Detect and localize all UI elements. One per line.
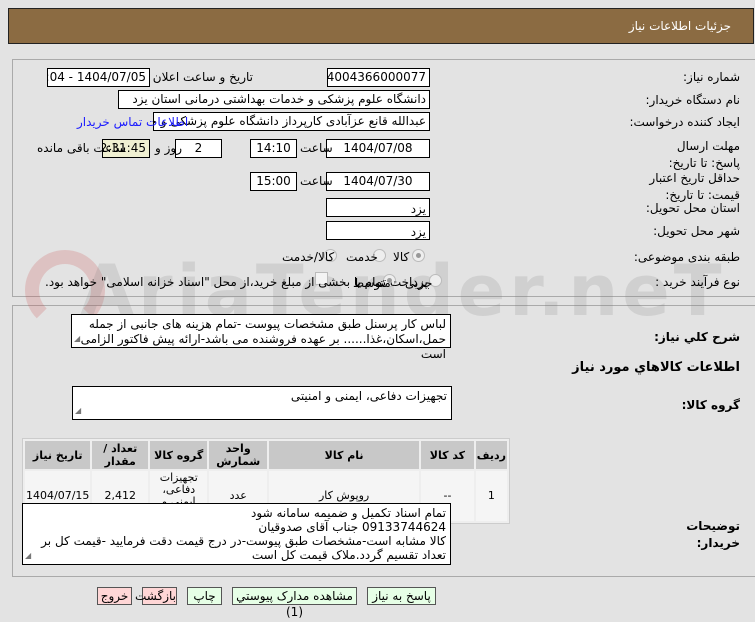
creator-label: ایجاد کننده درخواست: xyxy=(629,115,740,129)
buyer-label: نام دستگاه خریدار: xyxy=(645,93,741,107)
page-header: جزئیات اطلاعات نیاز xyxy=(8,8,754,44)
reply-button[interactable]: پاسخ به نیاز xyxy=(367,587,436,605)
validity-date-field[interactable]: 1404/07/30 xyxy=(326,172,430,191)
validity-label: حداقل تاریخ اعتبار قیمت: تا تاریخ: xyxy=(649,171,740,202)
table-header-row: ردیف کد کالا نام کالا واحد شمارش گروه کا… xyxy=(25,441,507,469)
need-number-field[interactable]: 1104004366000077 xyxy=(327,68,430,87)
category-option-goods: کالا xyxy=(393,250,410,264)
buyer-field[interactable]: دانشگاه علوم پزشکی و خدمات بهداشتی درمان… xyxy=(118,90,430,109)
resize-grip-icon[interactable]: ◢ xyxy=(75,403,81,418)
buyer-contact-link[interactable]: اطلاعات تماس خریدار xyxy=(77,115,188,129)
notes-line: کالا مشابه است-مشخصات طبق پیوست-در درج ق… xyxy=(41,534,446,562)
deadline-time-field[interactable]: 14:10 xyxy=(250,139,297,158)
goods-group-text: تجهیزات دفاعی، ایمنی و امنیتی xyxy=(290,389,447,403)
category-option-service: خدمت xyxy=(346,250,378,264)
announce-field[interactable]: 1404/07/05 - 14:04 xyxy=(47,68,150,87)
col-row-number: ردیف xyxy=(475,441,507,469)
resize-grip-icon[interactable]: ◢ xyxy=(74,331,80,346)
treasury-payment-note: پرداخت تمام یا بخشی از مبلغ خرید،از محل … xyxy=(45,275,428,289)
description-field[interactable]: لباس کار پرسنل طبق مشخصات پیوست -تمام هز… xyxy=(71,314,451,361)
col-name: نام کالا xyxy=(269,441,420,469)
col-code: کد کالا xyxy=(421,441,474,469)
goods-group-label: گروه کالا: xyxy=(681,398,740,412)
deadline-time-label: ساعت xyxy=(300,141,333,155)
buyer-notes-field[interactable]: تمام اسناد تکمیل و ضمیمه سامانه شود 0913… xyxy=(22,503,451,565)
view-attachments-button[interactable]: مشاهده مدارک پیوستي (1) xyxy=(232,587,357,619)
process-label: نوع فرآیند خرید : xyxy=(655,275,740,289)
category-label: طبقه بندی موضوعی: xyxy=(633,250,740,264)
deadline-date-field[interactable]: 1404/07/08 xyxy=(326,139,430,158)
print-button[interactable]: چاپ xyxy=(187,587,222,605)
province-field[interactable]: یزد xyxy=(326,198,430,217)
notes-line: تمام اسناد تکمیل و ضمیمه سامانه شود xyxy=(251,506,446,520)
buyer-notes-label: توضیحات خریدار: xyxy=(686,519,740,550)
deadline-label: مهلت ارسال پاسخ: تا تاریخ: xyxy=(668,139,740,170)
city-field[interactable]: یزد xyxy=(326,221,430,240)
cell-row-number: 1 xyxy=(475,471,507,521)
category-radio-goods[interactable] xyxy=(412,249,425,262)
exit-button[interactable]: خروج xyxy=(97,587,132,605)
days-field[interactable]: 2 xyxy=(175,139,222,158)
col-quantity: تعداد / مقدار xyxy=(92,441,149,469)
province-label: استان محل تحویل: xyxy=(645,201,740,215)
validity-time-label: ساعت xyxy=(300,174,333,188)
notes-line: 09133744624 جناب آقای صدوقیان xyxy=(258,520,446,534)
col-unit: واحد شمارش xyxy=(209,441,268,469)
goods-section-title: اطلاعات کالاهاي مورد نیاز xyxy=(572,360,740,375)
remaining-label: ساعت باقی مانده xyxy=(37,141,127,155)
back-button[interactable]: بازگشت xyxy=(135,587,177,605)
resize-grip-icon[interactable]: ◢ xyxy=(25,549,31,563)
description-label: شرح کلي نیاز: xyxy=(654,330,740,344)
creator-field[interactable]: عبدالله قانع عزآبادی کارپرداز دانشگاه عل… xyxy=(153,112,430,131)
category-option-both: کالا/خدمت xyxy=(282,250,335,264)
goods-group-field[interactable]: تجهیزات دفاعی، ایمنی و امنیتی ◢ xyxy=(72,386,452,420)
col-need-date: تاریخ نیاز xyxy=(25,441,91,469)
city-label: شهر محل تحویل: xyxy=(653,224,740,238)
page-title: جزئیات اطلاعات نیاز xyxy=(628,19,731,33)
validity-time-field[interactable]: 15:00 xyxy=(250,172,297,191)
col-group: گروه کالا xyxy=(150,441,208,469)
need-number-label: شماره نیاز: xyxy=(683,70,740,84)
days-label: روز و xyxy=(155,141,182,155)
